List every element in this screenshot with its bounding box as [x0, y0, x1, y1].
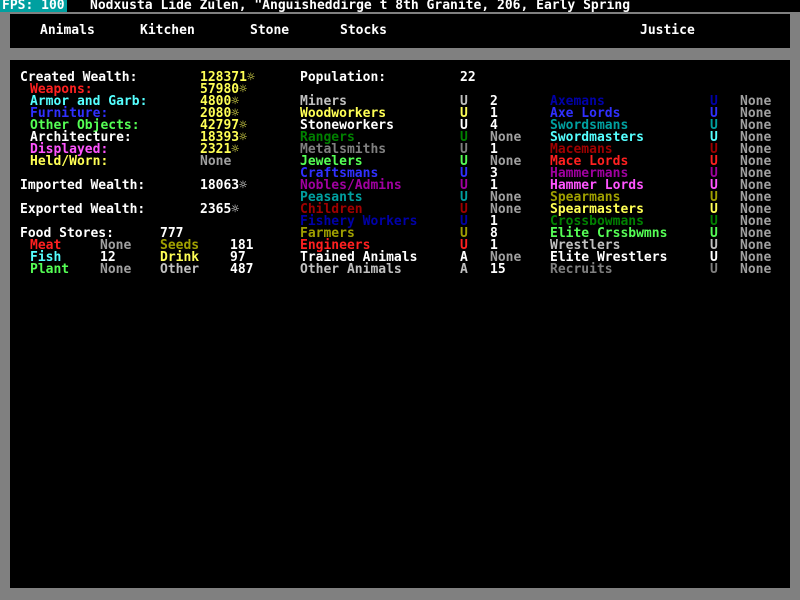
- fps-counter: FPS: 100: [0, 0, 67, 13]
- tab-bar: Animals Kitchen Stone Stocks Justice: [10, 14, 790, 48]
- imported-wealth-label: Imported Wealth:: [20, 178, 146, 193]
- population-row-value: 15: [490, 262, 506, 277]
- wealth-item-label: Held/Worn:: [30, 154, 109, 169]
- plant-value: None: [100, 262, 132, 277]
- population-row-label: Recruits: [550, 262, 613, 277]
- tab-kitchen[interactable]: Kitchen: [140, 24, 195, 38]
- population-row-label: Other Animals: [300, 262, 402, 277]
- tab-animals[interactable]: Animals: [40, 24, 95, 38]
- status-panel: Created Wealth: 128371☼ Imported Wealth:…: [10, 60, 790, 588]
- population-value: 22: [460, 70, 476, 85]
- tab-stone[interactable]: Stone: [250, 24, 289, 38]
- population-row-flag: A: [460, 262, 468, 277]
- tab-justice[interactable]: Justice: [640, 24, 695, 38]
- exported-wealth-label: Exported Wealth:: [20, 202, 146, 217]
- title-bar: FPS: 100 Nodxusta Lide Zulen, "Anguished…: [0, 0, 800, 12]
- other-food-value: 487: [230, 262, 254, 277]
- population-row-flag: U: [710, 262, 718, 277]
- tab-stocks[interactable]: Stocks: [340, 24, 387, 38]
- population-row-value: None: [740, 262, 772, 277]
- plant-label: Plant: [30, 262, 70, 277]
- population-label: Population:: [300, 70, 387, 85]
- other-food-label: Other: [160, 262, 200, 277]
- wealth-item-value: None: [200, 154, 232, 169]
- exported-wealth-value: 2365☼: [200, 202, 240, 217]
- imported-wealth-value: 18063☼: [200, 178, 247, 193]
- fortress-title: Nodxusta Lide Zulen, "Anguisheddirge t 8…: [90, 0, 631, 13]
